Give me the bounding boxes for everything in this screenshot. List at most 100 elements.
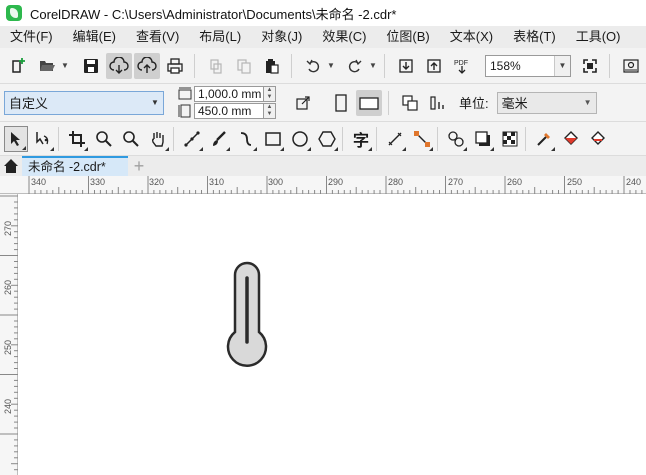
save-button[interactable] [78,53,104,79]
eyedropper-tool[interactable] [532,126,556,152]
drop-shadow-tool[interactable] [471,126,495,152]
full-screen-button[interactable] [577,53,603,79]
new-document-button[interactable] [6,53,32,79]
text-tool[interactable]: 字 [349,126,373,152]
drawing-canvas[interactable] [18,194,646,475]
toolbox-separator [376,126,377,151]
page-width-icon [178,87,192,100]
page-width-input[interactable]: 1,000.0 mm [194,86,264,102]
pdf-icon: PDF [454,60,468,74]
menu-bar: 文件(F) 编辑(E) 查看(V) 布局(L) 对象(J) 效果(C) 位图(B… [0,26,646,48]
chevron-down-icon: ▼ [583,98,592,107]
page-height-stepper[interactable]: ▲ ▼ [264,103,276,119]
connector-tool[interactable] [410,126,434,152]
new-document-icon [12,57,25,73]
blend-tool[interactable] [444,126,468,152]
menu-bitmaps[interactable]: 位图(B) [376,26,439,48]
landscape-button[interactable] [356,89,382,116]
property-bar: 自定义 ▼ 1,000.0 mm ▲ ▼ 450.0 mm ▲ ▼ 单位: 毫米 ▼ [0,84,646,122]
portrait-button[interactable] [328,90,354,116]
menu-table[interactable]: 表格(T) [503,26,566,48]
copy-button[interactable] [231,53,257,79]
paste-icon [266,58,279,74]
redo-button[interactable] [342,53,368,79]
ellipse-tool[interactable] [288,126,312,152]
chevron-down-icon[interactable]: ▼ [554,55,570,76]
cloud-upload-icon [137,56,157,73]
page-height-input[interactable]: 450.0 mm [194,103,264,119]
page-size-icon [296,95,310,110]
menu-object[interactable]: 对象(J) [251,26,312,48]
unit-select[interactable]: 毫米 ▼ [496,91,597,114]
menu-effects[interactable]: 效果(C) [312,26,376,48]
ruler-label: 340 [31,177,47,187]
page-width-stepper[interactable]: ▲ ▼ [264,86,276,102]
zoom-level-combobox[interactable]: 158% ▼ [485,54,571,77]
current-page-button[interactable] [425,90,451,116]
crop-tool[interactable] [65,126,89,152]
landscape-icon [359,96,379,110]
redo-icon [348,59,362,72]
zoom-tool-2[interactable] [119,126,143,152]
cloud-download-button[interactable] [106,52,132,79]
menu-layout[interactable]: 布局(L) [189,26,251,48]
export-button[interactable] [421,53,447,79]
artistic-media-icon [213,130,226,146]
cloud-upload-button[interactable] [134,52,160,79]
transparency-tool[interactable] [498,126,522,152]
paste-button[interactable] [259,53,285,79]
toolbox-separator [173,126,174,151]
zoom-tool[interactable] [92,126,116,152]
outline-fill-tool[interactable] [586,126,610,152]
freehand-tool-icon [184,130,200,147]
toolbar-separator [384,53,385,78]
print-button[interactable] [162,53,188,79]
home-tab[interactable] [0,156,22,176]
menu-tools[interactable]: 工具(O) [566,26,631,48]
toolbox-separator [525,126,526,151]
horizontal-ruler[interactable]: 340 330 320 310 300 290 280 270 260 250 … [0,176,646,194]
ruler-label: 300 [268,177,284,187]
import-button[interactable] [393,53,419,79]
menu-view[interactable]: 查看(V) [126,26,189,48]
vertical-ruler[interactable]: 270 260 250 240 [0,194,18,475]
artistic-media-tool[interactable] [207,126,231,152]
print-icon [167,57,183,74]
cut-button[interactable] [203,53,229,79]
fill-tool[interactable] [559,126,583,152]
options-button[interactable] [618,53,644,79]
all-pages-button[interactable] [397,90,423,116]
polygon-tool[interactable] [315,126,339,152]
pan-tool[interactable] [146,126,170,152]
open-folder-icon [40,60,55,71]
page-size-all-button[interactable] [290,90,316,116]
menu-edit[interactable]: 编辑(E) [63,26,126,48]
title-bar: CorelDRAW - C:\Users\Administrator\Docum… [0,0,646,26]
ruler-label: 260 [3,279,13,295]
open-dropdown[interactable]: ▼ [60,53,70,79]
pick-tool[interactable] [4,125,28,152]
page-height-icon [178,104,191,118]
dimension-tool[interactable] [383,126,407,152]
publish-pdf-button[interactable]: PDF [449,53,475,79]
undo-button[interactable] [300,53,326,79]
shape-tool[interactable] [31,126,55,152]
page-preset-select[interactable]: 自定义 ▼ [4,90,164,115]
drop-shadow-icon [475,130,490,146]
new-document-tab-button[interactable]: + [128,156,150,176]
page-preset-value: 自定义 [9,96,49,111]
pick-tool-icon [11,131,20,146]
freehand-tool[interactable] [180,126,204,152]
smart-fill-tool[interactable] [234,126,258,152]
export-icon [427,58,441,73]
toolbar-separator [388,90,389,115]
redo-dropdown[interactable]: ▼ [368,53,378,79]
menu-file[interactable]: 文件(F) [0,26,63,48]
undo-dropdown[interactable]: ▼ [326,53,336,79]
menu-text[interactable]: 文本(X) [440,26,503,48]
document-tab[interactable]: 未命名 -2.cdr* [22,156,128,176]
rectangle-tool[interactable] [261,126,285,152]
unit-label: 单位: [459,96,489,111]
open-button[interactable] [34,53,60,79]
window-title: CorelDRAW - C:\Users\Administrator\Docum… [30,6,397,22]
